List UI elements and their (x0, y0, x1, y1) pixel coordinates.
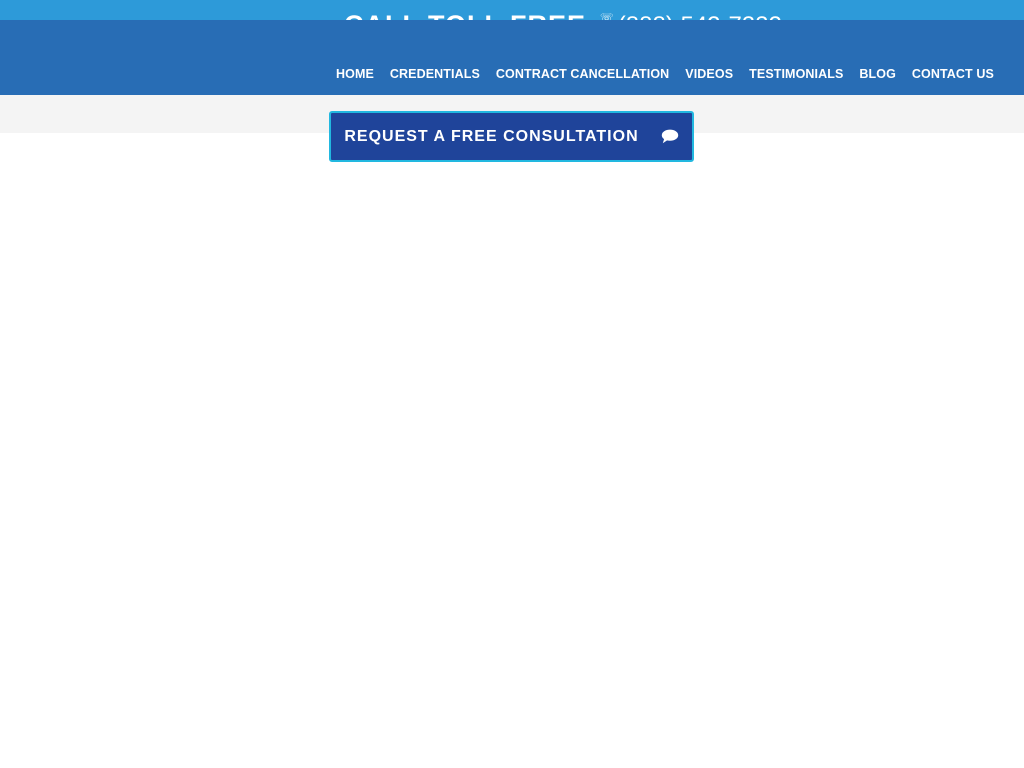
nav-item-home[interactable]: HOME (336, 67, 374, 81)
nav-item-videos[interactable]: VIDEOS (685, 67, 733, 81)
nav-item-testimonials[interactable]: TESTIMONIALS (749, 67, 843, 81)
request-consultation-button[interactable]: REQUEST A FREE CONSULTATION (329, 111, 694, 162)
chat-bubble-icon (661, 129, 679, 144)
request-consultation-label: REQUEST A FREE CONSULTATION (344, 127, 639, 145)
nav-item-credentials[interactable]: CREDENTIALS (390, 67, 480, 81)
nav-item-contact-us[interactable]: CONTACT US (912, 67, 994, 81)
nav-item-blog[interactable]: BLOG (859, 67, 896, 81)
site-header: HOME CREDENTIALS CONTRACT CANCELLATION V… (0, 20, 1024, 95)
main-nav: HOME CREDENTIALS CONTRACT CANCELLATION V… (336, 67, 994, 81)
nav-item-contract-cancellation[interactable]: CONTRACT CANCELLATION (496, 67, 669, 81)
